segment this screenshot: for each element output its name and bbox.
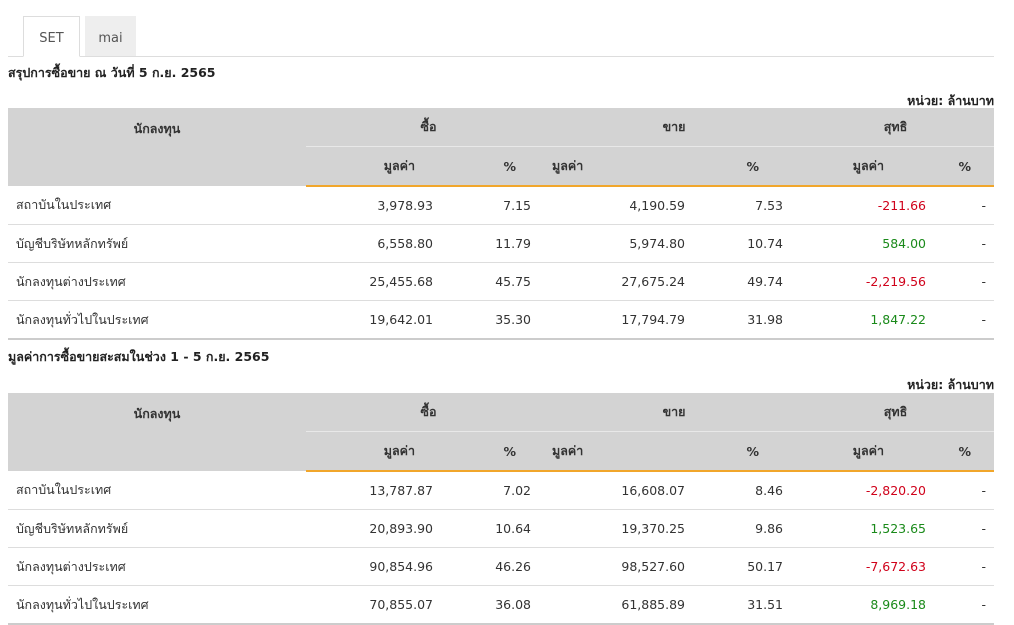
investor-name: บัญชีบริษัทหลักทรัพย์ [8,224,306,263]
tab-mai[interactable]: mai [85,16,136,56]
sell-value: 16,608.07 [551,471,699,510]
header-net: สุทธิ [797,108,995,147]
tab-set[interactable]: SET [23,16,80,57]
sell-pct: 9.86 [699,509,798,548]
header-net-pct: % [940,146,995,187]
investor-name: นักลงทุนทั่วไปในประเทศ [8,585,306,625]
header-buy: ซื้อ [306,393,551,432]
header-sell-pct: % [699,431,798,472]
net-value: 1,847.22 [797,300,941,340]
header-net-pct: % [940,431,995,472]
sell-value: 61,885.89 [551,585,699,625]
table-row: นักลงทุนต่างประเทศ 25,455.68 45.75 27,67… [8,262,995,301]
buy-pct: 35.30 [453,300,551,340]
header-sell-value: มูลค่า [551,431,699,472]
sell-pct: 10.74 [699,224,798,263]
section-title-daily: สรุปการซื้อขาย ณ วันที่ 5 ก.ย. 2565 [8,65,216,80]
buy-value: 25,455.68 [306,262,453,301]
buy-pct: 46.26 [453,547,551,586]
net-value: -211.66 [797,186,941,225]
investor-name: บัญชีบริษัทหลักทรัพย์ [8,509,306,548]
header-net-value: มูลค่า [797,431,941,472]
table-row: บัญชีบริษัทหลักทรัพย์ 6,558.80 11.79 5,9… [8,224,995,263]
header-buy-value: มูลค่า [306,431,453,472]
table-row: บัญชีบริษัทหลักทรัพย์ 20,893.90 10.64 19… [8,509,995,548]
header-net-value: มูลค่า [797,146,941,187]
sell-pct: 50.17 [699,547,798,586]
header-buy-value: มูลค่า [306,146,453,187]
header-buy-pct: % [453,431,551,472]
net-pct: - [940,585,995,625]
net-value: 584.00 [797,224,941,263]
net-pct: - [940,509,995,548]
daily-summary-table: นักลงทุน ซื้อ ขาย สุทธิ มูลค่า % มูลค่า … [8,108,995,340]
net-value: 1,523.65 [797,509,941,548]
buy-value: 6,558.80 [306,224,453,263]
sell-pct: 31.51 [699,585,798,625]
sell-value: 17,794.79 [551,300,699,340]
table-row: นักลงทุนต่างประเทศ 90,854.96 46.26 98,52… [8,547,995,586]
header-buy-pct: % [453,146,551,187]
header-buy: ซื้อ [306,108,551,147]
sell-value: 4,190.59 [551,186,699,225]
header-sell: ขาย [551,108,798,147]
buy-value: 3,978.93 [306,186,453,225]
net-value: -7,672.63 [797,547,941,586]
buy-value: 90,854.96 [306,547,453,586]
investor-name: สถาบันในประเทศ [8,471,306,510]
investor-name: สถาบันในประเทศ [8,186,306,225]
net-pct: - [940,300,995,340]
sell-pct: 49.74 [699,262,798,301]
net-pct: - [940,471,995,510]
net-value: 8,969.18 [797,585,941,625]
header-net: สุทธิ [797,393,995,432]
buy-value: 70,855.07 [306,585,453,625]
sell-pct: 31.98 [699,300,798,340]
buy-value: 20,893.90 [306,509,453,548]
sell-value: 98,527.60 [551,547,699,586]
buy-pct: 10.64 [453,509,551,548]
buy-pct: 36.08 [453,585,551,625]
table-row: นักลงทุนทั่วไปในประเทศ 19,642.01 35.30 1… [8,300,995,340]
sell-value: 19,370.25 [551,509,699,548]
sell-value: 5,974.80 [551,224,699,263]
header-sell-value: มูลค่า [551,146,699,187]
sell-pct: 8.46 [699,471,798,510]
net-value: -2,219.56 [797,262,941,301]
cumulative-summary-table: นักลงทุน ซื้อ ขาย สุทธิ มูลค่า % มูลค่า … [8,393,995,625]
header-investor: นักลงทุน [8,108,306,186]
table-row: นักลงทุนทั่วไปในประเทศ 70,855.07 36.08 6… [8,585,995,625]
buy-value: 19,642.01 [306,300,453,340]
investor-name: นักลงทุนต่างประเทศ [8,547,306,586]
market-tabs: SET mai [8,16,994,57]
net-pct: - [940,224,995,263]
net-pct: - [940,186,995,225]
investor-name: นักลงทุนต่างประเทศ [8,262,306,301]
buy-pct: 45.75 [453,262,551,301]
buy-value: 13,787.87 [306,471,453,510]
sell-pct: 7.53 [699,186,798,225]
buy-pct: 7.02 [453,471,551,510]
net-value: -2,820.20 [797,471,941,510]
section-title-cumulative: มูลค่าการซื้อขายสะสมในช่วง 1 - 5 ก.ย. 25… [8,349,270,364]
investor-name: นักลงทุนทั่วไปในประเทศ [8,300,306,340]
table-row: สถาบันในประเทศ 13,787.87 7.02 16,608.07 … [8,471,995,510]
buy-pct: 7.15 [453,186,551,225]
net-pct: - [940,547,995,586]
unit-label-cumulative: หน่วย: ล้านบาท [907,377,994,392]
buy-pct: 11.79 [453,224,551,263]
sell-value: 27,675.24 [551,262,699,301]
header-sell-pct: % [699,146,798,187]
header-investor: นักลงทุน [8,393,306,471]
table-row: สถาบันในประเทศ 3,978.93 7.15 4,190.59 7.… [8,186,995,225]
header-sell: ขาย [551,393,798,432]
net-pct: - [940,262,995,301]
